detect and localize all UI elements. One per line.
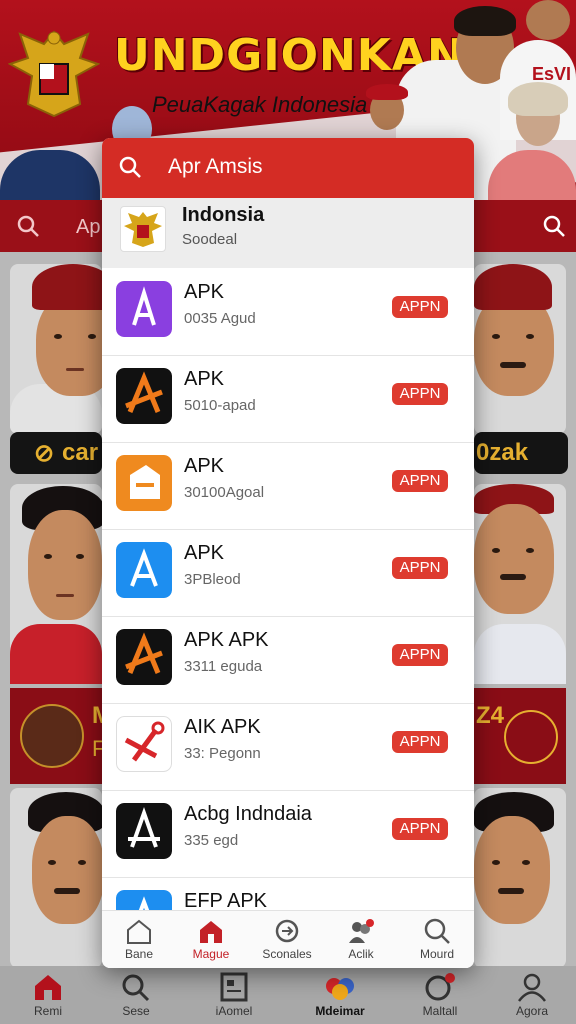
person-face [28, 510, 102, 620]
featured-sub: Soodeal [182, 231, 238, 248]
open-button[interactable]: APPN [392, 470, 448, 492]
open-button[interactable]: APPN [392, 644, 448, 666]
open-button[interactable]: APPN [392, 818, 448, 840]
people-icon [349, 919, 374, 943]
black-orange-a-app-icon [116, 368, 172, 424]
modal-search-text[interactable]: Apr Amsis [168, 155, 263, 179]
list-item[interactable]: APK APK 3311 eguda APPN [102, 616, 474, 704]
black-orange-a-app-icon [116, 629, 172, 685]
featured-name: Indonsia [182, 204, 265, 226]
home-filled-icon [200, 921, 222, 943]
blue-a-app-icon [116, 542, 172, 598]
search-icon[interactable] [16, 214, 40, 238]
nav-item-iaomel[interactable]: iAomel [186, 966, 282, 1024]
open-button[interactable]: APPN [392, 557, 448, 579]
home-icon [35, 975, 61, 1000]
background-pill-right: 0zak [474, 432, 568, 474]
purple-a-app-icon [116, 281, 172, 337]
modal-nav-sconales[interactable]: Sconales [250, 911, 324, 968]
red-tools-app-icon [116, 716, 172, 772]
list-item[interactable]: APK 3PBleod APPN [102, 529, 474, 617]
bottom-navigation: Remi Sese iAomel Mdeimar Maltall Agora [0, 966, 576, 1024]
nav-item-mdeimar[interactable]: Mdeimar [292, 966, 388, 1024]
black-a-app-icon [116, 803, 172, 859]
featured-result[interactable]: Indonsia Soodeal [102, 198, 474, 268]
list-item[interactable]: Acbg Indndaia 335 egd APPN [102, 790, 474, 878]
modal-navigation: Bane Mague Sconales Aclik Mourd [102, 910, 474, 968]
nav-item-remi[interactable]: Remi [0, 966, 96, 1024]
modal-search-header[interactable]: Apr Amsis [102, 138, 474, 198]
search-icon[interactable] [542, 214, 566, 238]
open-button[interactable]: APPN [392, 383, 448, 405]
profile-icon [518, 973, 546, 1002]
background-pill-left: ⊘ car [10, 432, 102, 474]
modal-nav-aclik[interactable]: Aclik [324, 911, 398, 968]
shirt-text: EsVI [532, 64, 572, 84]
orange-box-app-icon [116, 455, 172, 511]
shirt [10, 624, 102, 684]
search-icon[interactable] [118, 155, 142, 179]
search-results-modal: Apr Amsis Indonsia Soodeal APK 0035 Agud… [102, 138, 474, 968]
shirt [474, 624, 566, 684]
emblem-icon [504, 710, 558, 764]
search-icon [424, 918, 450, 944]
background-search-text: Ap [76, 216, 101, 238]
emblem-icon [20, 704, 84, 768]
list-item[interactable]: APK 0035 Agud APPN [102, 268, 474, 356]
cap [474, 264, 552, 310]
refresh-icon [275, 919, 299, 943]
list-item[interactable]: APK 30100Agoal APPN [102, 442, 474, 530]
person-face [474, 816, 550, 924]
nav-item-maltall[interactable]: Maltall [392, 966, 488, 1024]
modal-nav-mourd[interactable]: Mourd [400, 911, 474, 968]
nav-item-agora[interactable]: Agora [484, 966, 576, 1024]
notification-icon [425, 973, 455, 1001]
modal-nav-bane[interactable]: Bane [102, 911, 176, 968]
pill-icon: ⊘ [34, 440, 55, 467]
person-face [32, 816, 104, 924]
garuda-emblem-icon [8, 30, 100, 118]
search-icon [122, 974, 150, 1002]
list-item[interactable]: APK 5010-apad APPN [102, 355, 474, 443]
banner-subtitle: PeuaKagak Indonesia [152, 92, 368, 117]
list-item[interactable]: AIK APK 33: Pegonn APPN [102, 703, 474, 791]
garuda-emblem-icon [120, 206, 166, 252]
document-icon [220, 972, 248, 1002]
person-face [474, 504, 554, 614]
home-outline-icon [127, 919, 151, 944]
colors-icon [326, 978, 354, 1000]
open-button[interactable]: APPN [392, 296, 448, 318]
open-button[interactable]: APPN [392, 731, 448, 753]
modal-nav-mague[interactable]: Mague [174, 911, 248, 968]
background-band-left: M F [10, 688, 112, 784]
background-band-right: Z4 [474, 688, 566, 784]
nav-item-sese[interactable]: Sese [88, 966, 184, 1024]
